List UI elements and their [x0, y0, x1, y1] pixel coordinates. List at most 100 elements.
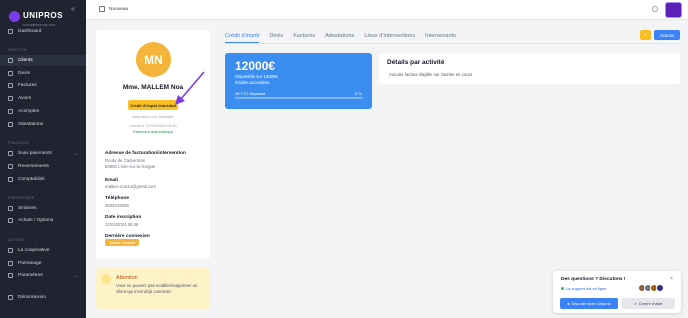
logo-icon — [9, 10, 20, 22]
tab-devis[interactable]: Devis — [269, 30, 283, 43]
sidebar-item-label: La coopérative — [18, 248, 50, 253]
brand-name: UNIPROS — [23, 11, 63, 20]
sidebar-item-label: Paramètres — [18, 273, 43, 278]
sidebar-item-clients[interactable]: Clients — [0, 55, 86, 66]
help-icon[interactable] — [652, 6, 658, 12]
actions-button[interactable]: Actions — [654, 30, 680, 40]
address-line-1: Route de Carpentras — [105, 158, 145, 163]
sidebar-item-factures[interactable]: Factures — [0, 80, 86, 91]
activity-details-title: Détails par activité — [387, 59, 445, 66]
user-avatar[interactable] — [665, 2, 682, 18]
new-button[interactable]: Nouveau — [99, 6, 128, 12]
help-center-button[interactable]: ⌕ Centre d'aide — [622, 298, 675, 309]
credit-note-icon — [8, 96, 13, 101]
sidebar-item-reversements[interactable]: Reversements — [0, 161, 86, 172]
chat-icon: ● — [567, 301, 570, 306]
last-login-badge: Jamais connecté — [105, 239, 140, 246]
sidebar-item-label: Reversements — [18, 164, 49, 169]
new-button-label: Nouveau — [109, 6, 129, 12]
email-label: Email — [105, 178, 118, 183]
chevron-down-icon: ⌄ — [74, 151, 78, 156]
support-status: Le support est en ligne — [561, 286, 606, 291]
search-icon: ⌕ — [634, 301, 637, 306]
sidebar-item-cooperative[interactable]: La coopérative — [0, 245, 86, 256]
sidebar-item-achats-options[interactable]: Achats / Options — [0, 215, 86, 226]
sidebar-item-label: Déconnexion — [18, 295, 47, 300]
top-bar: Nouveau — [86, 0, 688, 20]
chat-button-label: Discuter avec Unipros — [571, 301, 611, 306]
collapse-icon[interactable]: « — [71, 6, 75, 13]
sidebar-item-label: Devis — [18, 71, 30, 76]
sidebar-item-label: Attestations — [18, 122, 44, 127]
edit-icon — [99, 6, 105, 12]
section-experience: EXPÉRIENCE — [8, 196, 35, 200]
cart-icon — [8, 218, 13, 223]
chat-title: Des questions ? Discutons ! — [561, 277, 626, 282]
section-gestion: GESTION — [8, 48, 27, 52]
sidebar-item-parametres[interactable]: Paramètres ⌄ — [0, 270, 86, 281]
tab-credit-impot[interactable]: Crédit d'impôt — [225, 30, 260, 43]
sidebar-item-sinistres[interactable]: Sinistres — [0, 203, 86, 214]
sidebar-item-label: Acomptes — [18, 109, 40, 114]
sidebar-item-dashboard[interactable]: Dashboard — [0, 26, 86, 37]
logout-icon — [8, 295, 13, 300]
signup-info: Inscrit le 12/01/2024 05:48 — [129, 123, 177, 128]
tab-lieux-interventions[interactable]: Lieux d'interventions — [364, 30, 415, 43]
sidebar-item-acomptes[interactable]: Acomptes — [0, 106, 86, 117]
payment-icon — [8, 151, 13, 156]
client-profile-card: MN Mme. MALLEM Noa Crédit d'impôt immédi… — [96, 30, 210, 259]
warning-title: Attention — [116, 275, 138, 281]
tax-credit-card: 12000€ Disponible sur 12000€ d'aides acc… — [225, 53, 372, 109]
users-icon — [8, 58, 13, 63]
sidebar-item-label: Clients — [18, 58, 33, 63]
activity-details-text: Aucune facture éligible sur l'année en c… — [389, 72, 473, 77]
gift-icon — [8, 261, 13, 266]
sidebar-item-avoirs[interactable]: Avoirs — [0, 93, 86, 104]
spent-progress-bar — [235, 97, 363, 99]
sidebar-item-parrainage[interactable]: Parrainage — [0, 258, 86, 269]
online-dot-icon — [561, 287, 564, 290]
close-icon[interactable]: × — [670, 276, 673, 282]
tax-credit-badge[interactable]: Crédit d'impôt immédiat — [128, 100, 178, 110]
phone-value: 0605215066 — [105, 203, 129, 208]
email-value: mallem.noa14@gmail.com — [105, 184, 156, 189]
home-icon — [8, 248, 13, 253]
sidebar-item-deconnexion[interactable]: Déconnexion — [0, 292, 86, 303]
chevron-down-icon: ⌄ — [74, 273, 78, 278]
tab-attestations[interactable]: Attestations — [325, 30, 354, 43]
dashboard-icon — [8, 29, 13, 34]
signup-date-value: 12/01/2024 05:48 — [105, 222, 139, 227]
sidebar-item-label: Avoirs — [18, 96, 32, 101]
deposit-icon — [8, 109, 13, 114]
sidebar-item-label: Factures — [18, 83, 37, 88]
help-center-label: Centre d'aide — [638, 301, 663, 306]
available-text-1: Disponible sur 12000€ — [235, 74, 278, 79]
tab-intervenants[interactable]: Intervenants — [425, 30, 456, 43]
sidebar-item-attestations[interactable]: Attestations — [0, 119, 86, 130]
payment-status: Paiement automatique — [132, 129, 174, 134]
certificate-icon — [8, 122, 13, 127]
sidebar-item-label: Achats / Options — [18, 218, 54, 223]
logo[interactable]: UNIPROS COOPERATIVE SAP — [9, 5, 63, 27]
sidebar-item-suivi-paiements[interactable]: Suivi paiements ⌄ — [0, 148, 86, 159]
tab-divider — [225, 43, 680, 44]
client-avatar: MN — [136, 42, 171, 77]
sidebar-item-comptabilite[interactable]: Comptabilité — [0, 174, 86, 185]
sidebar-item-label: Suivi paiements — [18, 151, 52, 156]
sidebar-item-devis[interactable]: Devis — [0, 68, 86, 79]
signup-date-label: Date inscription — [105, 215, 142, 220]
sidebar-item-label: Parrainage — [18, 261, 42, 266]
quick-action-button[interactable]: ⚡ — [640, 30, 651, 40]
tab-factures[interactable]: Factures — [293, 30, 315, 43]
phone-label: Téléphone — [105, 196, 129, 201]
section-finances: FINANCES — [8, 141, 29, 145]
activation-status: Activation non finalisée — [132, 114, 174, 119]
chat-with-unipros-button[interactable]: ● Discuter avec Unipros — [560, 298, 618, 309]
available-amount: 12000€ — [235, 59, 276, 73]
annotation-arrow-icon — [175, 71, 205, 105]
sidebar-item-label: Comptabilité — [18, 177, 45, 182]
available-text-2: d'aides accordées — [235, 80, 270, 85]
sidebar-item-label: Dashboard — [18, 29, 42, 34]
warning-box: Attention Vous ne pouvez pas modifier/su… — [96, 268, 210, 309]
invoice-icon — [8, 83, 13, 88]
